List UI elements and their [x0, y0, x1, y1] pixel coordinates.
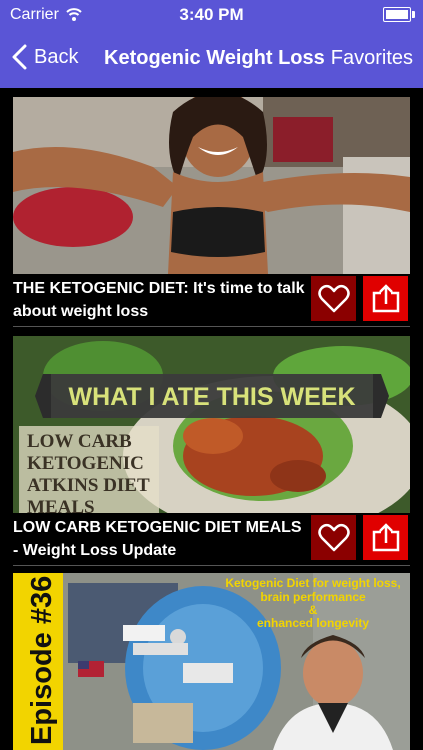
thumbnail-caption-line: brain performance: [260, 590, 366, 604]
thumbnail-text-line: ATKINS DIET: [27, 475, 150, 496]
favorites-button[interactable]: Favorites: [331, 47, 413, 70]
video-title[interactable]: LOW CARB KETOGENIC DIET MEALS - Weight L…: [13, 516, 310, 562]
thumbnail-caption-line: enhanced longevity: [257, 616, 369, 630]
back-label: Back: [34, 45, 79, 68]
clock: 3:40 PM: [179, 5, 244, 24]
video-list[interactable]: THE KETOGENIC DIET: It's time to talk ab…: [0, 88, 423, 750]
thumbnail-text-line: KETOGENIC: [27, 453, 144, 474]
video-thumbnail[interactable]: WHAT I ATE THIS WEEK LOW CARB KETOGENIC …: [13, 336, 410, 513]
navigation-bar: Back Ketogenic Weight Loss Favorites: [0, 30, 423, 88]
chevron-left-icon: [12, 44, 27, 70]
heart-outline-icon: [317, 523, 350, 551]
video-card[interactable]: THE KETOGENIC DIET: It's time to talk ab…: [13, 97, 410, 327]
page-title: Ketogenic Weight Loss: [104, 47, 325, 69]
video-thumbnail[interactable]: Episode #36 Ketogenic Diet for weight lo…: [13, 573, 410, 750]
favorite-button[interactable]: [311, 276, 356, 321]
video-card[interactable]: Episode #36 Ketogenic Diet for weight lo…: [13, 573, 410, 750]
heart-outline-icon: [317, 284, 350, 312]
thumbnail-caption-line: Ketogenic Diet for weight loss,: [225, 576, 400, 590]
status-bar: Carrier 3:40 PM: [0, 0, 423, 30]
episode-label: Episode #36: [26, 576, 58, 745]
thumbnail-caption-line: &: [309, 603, 318, 617]
favorite-button[interactable]: [311, 515, 356, 560]
share-button[interactable]: [363, 276, 408, 321]
divider: [13, 326, 410, 327]
battery-icon: [383, 7, 415, 22]
share-icon: [372, 283, 399, 312]
share-icon: [372, 522, 399, 551]
thumbnail-text-line: LOW CARB: [27, 431, 132, 452]
thumbnail-banner-text: WHAT I ATE THIS WEEK: [68, 383, 355, 411]
video-card[interactable]: WHAT I ATE THIS WEEK LOW CARB KETOGENIC …: [13, 336, 410, 566]
divider: [13, 565, 410, 566]
thumbnail-text-line: MEALS: [27, 497, 95, 513]
share-button[interactable]: [363, 515, 408, 560]
back-button[interactable]: Back: [10, 44, 78, 70]
video-thumbnail[interactable]: [13, 97, 410, 274]
video-title[interactable]: THE KETOGENIC DIET: It's time to talk ab…: [13, 277, 310, 323]
